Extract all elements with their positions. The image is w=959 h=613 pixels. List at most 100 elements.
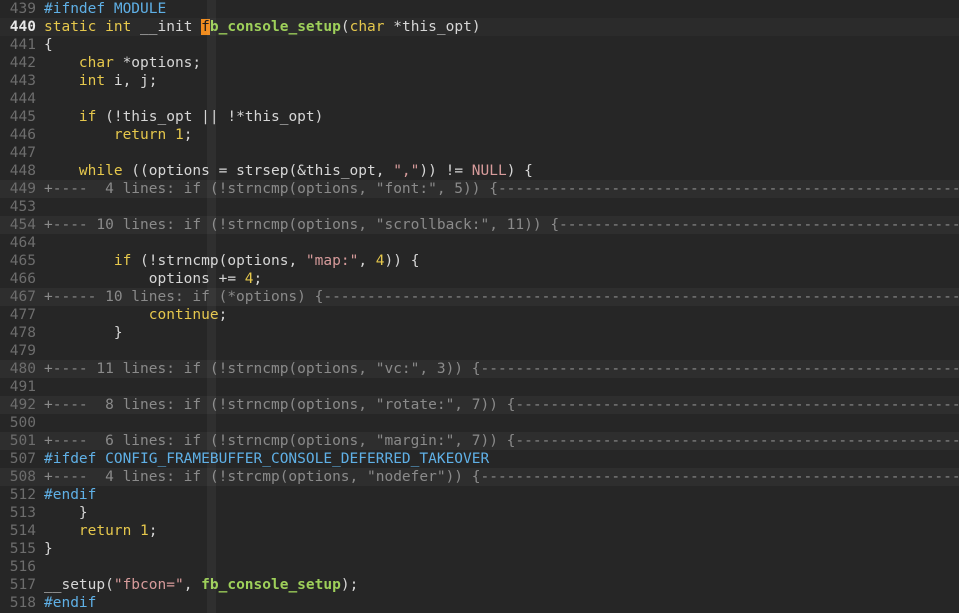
code-line[interactable]: 479 (0, 342, 959, 360)
code-line[interactable]: 466 options += 4; (0, 270, 959, 288)
code-token: return (78, 523, 132, 539)
fold-line[interactable]: 454 +---- 10 lines: if (!strncmp(options,… (0, 216, 959, 234)
code-line[interactable]: 513 } (0, 504, 959, 522)
code-token: char (78, 55, 114, 71)
code-token: #ifdef CONFIG_FRAMEBUFFER_CONSOLE_DEFERR… (44, 451, 490, 467)
code-line[interactable]: 448 while ((options = strsep(&this_opt, … (0, 162, 959, 180)
code-token: +---- 11 lines: if (!strncmp(options, "v… (44, 361, 959, 377)
line-number: 440 (9, 19, 36, 35)
code-line[interactable]: 447 (0, 144, 959, 162)
line-text: if (!strncmp(options, "map:", 4)) { (44, 253, 420, 269)
code-line[interactable]: 464 (0, 234, 959, 252)
line-number: 517 (9, 577, 36, 593)
code-token: i, j; (105, 73, 158, 89)
code-token: return (113, 127, 167, 143)
code-token: } (44, 505, 88, 521)
line-number: 513 (9, 505, 36, 521)
line-number: 508 (9, 469, 36, 485)
code-lines: 439 #ifndef MODULE 440 static int __init fb… (0, 0, 959, 612)
line-text: +----- 10 lines: if (*options) {--------… (44, 289, 959, 305)
code-token: int (105, 19, 132, 35)
code-line[interactable]: 518 #endif (0, 594, 959, 612)
code-token: )) != (419, 163, 472, 179)
code-token: ( (340, 19, 350, 35)
code-line[interactable]: 516 (0, 558, 959, 576)
line-number: 443 (9, 73, 36, 89)
line-text: #ifdef CONFIG_FRAMEBUFFER_CONSOLE_DEFERR… (44, 451, 489, 467)
code-line[interactable]: 491 (0, 378, 959, 396)
code-token: "map:" (305, 253, 359, 269)
code-line[interactable]: 439 #ifndef MODULE (0, 0, 959, 18)
code-token: ; (148, 523, 158, 539)
code-line[interactable]: 444 (0, 90, 959, 108)
fold-line[interactable]: 508 +---- 4 lines: if (!strcmp(options, "… (0, 468, 959, 486)
line-number: 515 (9, 541, 36, 557)
fold-line[interactable]: 449 +---- 4 lines: if (!strncmp(options, … (0, 180, 959, 198)
code-token: , (358, 253, 376, 269)
line-text: continue; (44, 307, 228, 323)
code-line[interactable]: 453 (0, 198, 959, 216)
line-text: return 1; (44, 127, 193, 143)
line-text: +---- 11 lines: if (!strncmp(options, "v… (44, 361, 959, 377)
code-token: *this_opt) (384, 19, 481, 35)
line-text: } (44, 505, 88, 521)
code-token: 1 (140, 523, 149, 539)
code-token: (!this_opt || !*this_opt) (96, 109, 324, 125)
code-line[interactable]: 445 if (!this_opt || !*this_opt) (0, 108, 959, 126)
code-line[interactable]: 443 int i, j; (0, 72, 959, 90)
code-token: , (183, 577, 202, 593)
line-number: 477 (9, 307, 36, 323)
code-token: #endif (44, 487, 97, 503)
code-token: (!strncmp(options, (131, 253, 306, 269)
line-number: 439 (9, 1, 36, 17)
fold-line[interactable]: 480 +---- 11 lines: if (!strncmp(options,… (0, 360, 959, 378)
line-number: 446 (9, 127, 36, 143)
code-line[interactable]: 500 (0, 414, 959, 432)
code-token: NULL (471, 163, 507, 179)
code-line[interactable]: 515} (0, 540, 959, 558)
code-token: "fbcon=" (113, 577, 184, 593)
line-number: 518 (9, 595, 36, 611)
line-text: { (44, 37, 53, 53)
code-line[interactable]: 512 #endif (0, 486, 959, 504)
cursor-line[interactable]: 440 static int __init fb_console_setup(ch… (0, 18, 959, 36)
code-token: __setup( (44, 577, 114, 593)
code-token: +---- 8 lines: if (!strncmp(options, "ro… (44, 397, 959, 413)
code-token: )) { (384, 253, 420, 269)
line-number: 466 (9, 271, 36, 287)
code-token: { (44, 37, 53, 53)
line-number: 447 (9, 145, 36, 161)
code-line[interactable]: 478 } (0, 324, 959, 342)
line-number: 453 (9, 199, 36, 215)
code-line[interactable]: 446 return 1; (0, 126, 959, 144)
line-text: if (!this_opt || !*this_opt) (44, 109, 323, 125)
line-text: #ifndef MODULE (44, 1, 166, 17)
line-number: 467 (9, 289, 36, 305)
line-number: 480 (9, 361, 36, 377)
code-token: int (78, 73, 106, 89)
fold-line[interactable]: 467 +----- 10 lines: if (*options) {-----… (0, 288, 959, 306)
fold-line[interactable]: 492 +---- 8 lines: if (!strncmp(options, … (0, 396, 959, 414)
line-number: 465 (9, 253, 36, 269)
code-line[interactable]: 514 return 1; (0, 522, 959, 540)
code-token: 1 (174, 127, 184, 143)
code-line[interactable]: 465 if (!strncmp(options, "map:", 4)) { (0, 252, 959, 270)
code-line[interactable]: 477 continue; (0, 306, 959, 324)
code-line[interactable]: 441 { (0, 36, 959, 54)
line-text: __setup("fbcon=", fb_console_setup); (44, 577, 358, 593)
code-line[interactable]: 507 #ifdef CONFIG_FRAMEBUFFER_CONSOLE_DEF… (0, 450, 959, 468)
code-line[interactable]: 517 __setup("fbcon=", fb_console_setup); (0, 576, 959, 594)
line-number: 512 (9, 487, 36, 503)
code-line[interactable]: 442 char *options; (0, 54, 959, 72)
line-number: 449 (9, 181, 36, 197)
code-token: } (44, 541, 53, 557)
fold-line[interactable]: 501 +---- 6 lines: if (!strncmp(options, … (0, 432, 959, 450)
code-editor[interactable]: 439 #ifndef MODULE 440 static int __init fb… (0, 0, 959, 613)
code-token: } (44, 325, 123, 341)
code-token: #ifndef MODULE (44, 1, 167, 17)
